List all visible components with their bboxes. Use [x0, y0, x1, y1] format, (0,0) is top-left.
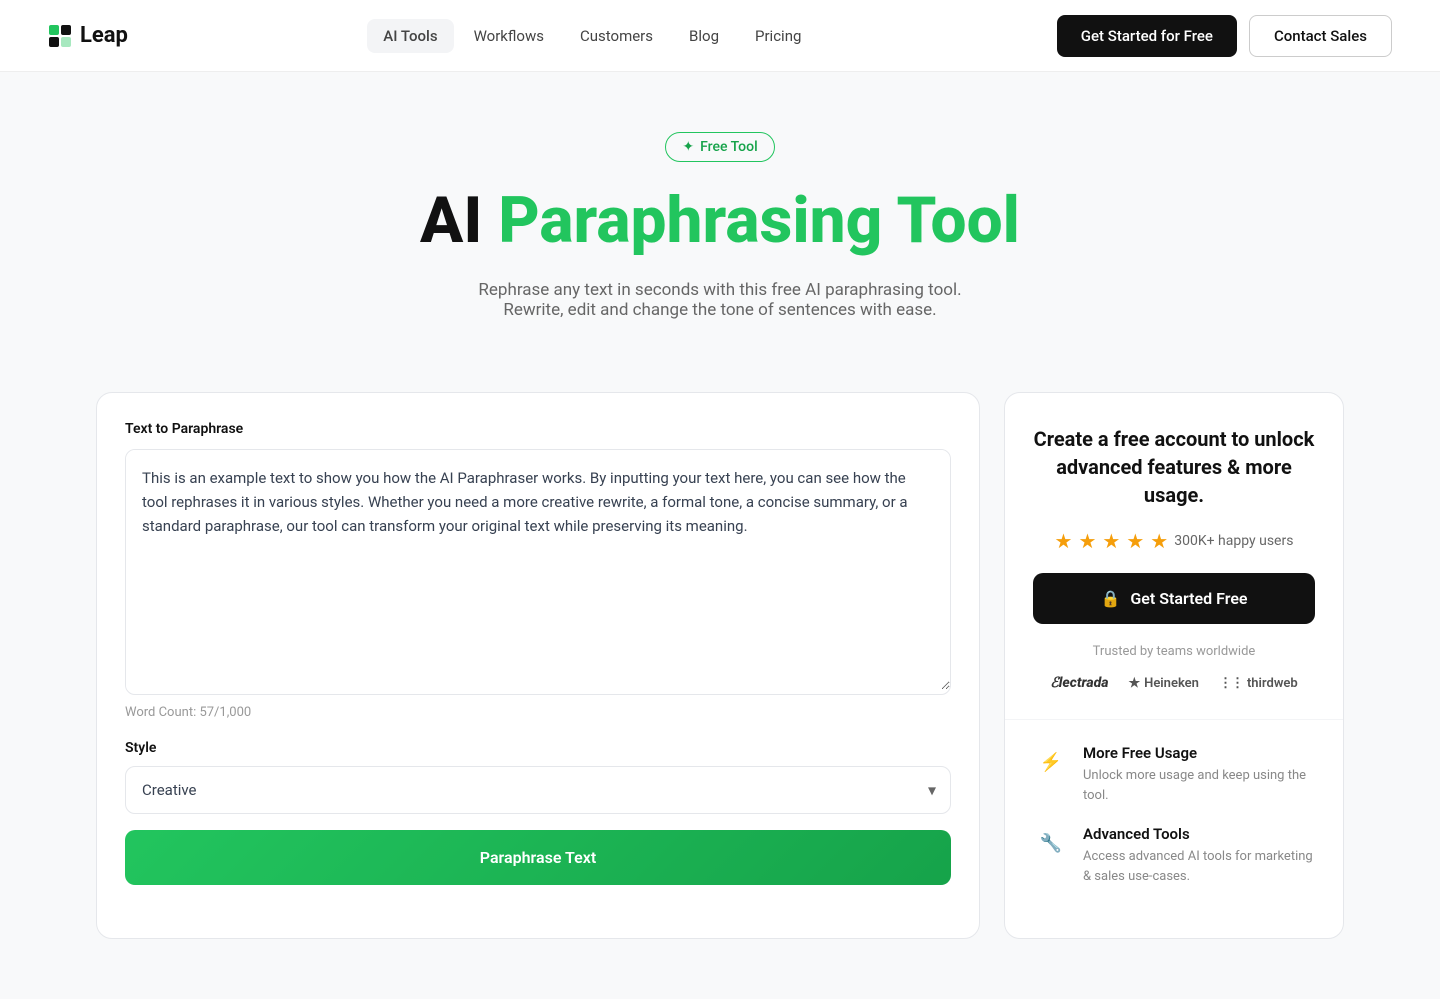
- feature-usage-desc: Unlock more usage and keep using the too…: [1083, 766, 1315, 805]
- left-panel: Text to Paraphrase Word Count: 57/1,000 …: [96, 392, 980, 939]
- nav-actions: Get Started for Free Contact Sales: [1057, 15, 1392, 57]
- brand-thirdweb: ⋮⋮ thirdweb: [1219, 676, 1298, 691]
- paraphrase-button[interactable]: Paraphrase Text: [125, 830, 951, 885]
- heineken-star-icon: ★: [1128, 676, 1140, 691]
- star-3: ★: [1102, 529, 1120, 553]
- thirdweb-text: thirdweb: [1247, 676, 1298, 691]
- trusted-label: Trusted by teams worldwide: [1033, 644, 1315, 659]
- feature-tools-desc: Access advanced AI tools for marketing &…: [1083, 847, 1315, 886]
- hero-title-black: AI: [420, 183, 482, 258]
- nav-ai-tools[interactable]: AI Tools: [367, 19, 453, 53]
- feature-usage-icon: ⚡: [1033, 744, 1069, 780]
- style-label: Style: [125, 740, 951, 756]
- hero-section: ✦ Free Tool AI Paraphrasing Tool Rephras…: [0, 72, 1440, 360]
- paraphrase-input[interactable]: [126, 450, 950, 690]
- electrada-icon: ℰlectrada: [1050, 675, 1108, 691]
- nav-workflows[interactable]: Workflows: [458, 19, 560, 53]
- hero-title-green: Paraphrasing Tool: [498, 183, 1020, 258]
- star-4: ★: [1126, 529, 1144, 553]
- textarea-wrapper: [125, 449, 951, 695]
- badge-icon: ✦: [682, 139, 694, 155]
- nav-pricing[interactable]: Pricing: [739, 19, 817, 53]
- badge-text: Free Tool: [700, 139, 758, 155]
- feature-advanced-tools: 🔧 Advanced Tools Access advanced AI tool…: [1033, 825, 1315, 886]
- feature-usage-content: More Free Usage Unlock more usage and ke…: [1083, 744, 1315, 805]
- right-panel: Create a free account to unlock advanced…: [1004, 392, 1344, 939]
- star-1: ★: [1055, 529, 1073, 553]
- get-started-label: Get Started Free: [1130, 589, 1247, 608]
- word-count: Word Count: 57/1,000: [125, 705, 951, 720]
- thirdweb-icon: ⋮⋮: [1219, 676, 1243, 691]
- nav-logo[interactable]: Leap: [48, 23, 128, 48]
- star-5: ★: [1150, 529, 1168, 553]
- style-select[interactable]: Creative Standard Formal Fluency Academi…: [126, 767, 950, 813]
- happy-users-count: 300K+ happy users: [1174, 533, 1293, 549]
- feature-tools-title: Advanced Tools: [1083, 825, 1315, 843]
- hero-subtitle-line1: Rephrase any text in seconds with this f…: [48, 280, 1392, 300]
- free-tool-badge: ✦ Free Tool: [665, 132, 774, 162]
- feature-tools-content: Advanced Tools Access advanced AI tools …: [1083, 825, 1315, 886]
- hero-title: AI Paraphrasing Tool: [48, 186, 1392, 256]
- nav-links: AI Tools Workflows Customers Blog Pricin…: [367, 19, 817, 53]
- hero-subtitle-line2: Rewrite, edit and change the tone of sen…: [48, 300, 1392, 320]
- main-content: Text to Paraphrase Word Count: 57/1,000 …: [48, 360, 1392, 999]
- brand-heineken: ★ Heineken: [1128, 676, 1198, 691]
- star-2: ★: [1078, 529, 1096, 553]
- logo-text: Leap: [80, 23, 128, 48]
- lock-icon: 🔒: [1100, 589, 1120, 608]
- get-started-button[interactable]: 🔒 Get Started Free: [1033, 573, 1315, 624]
- stars-row: ★ ★ ★ ★ ★ 300K+ happy users: [1033, 529, 1315, 553]
- divider: [1005, 719, 1343, 720]
- style-select-wrapper: Creative Standard Formal Fluency Academi…: [125, 766, 951, 814]
- cta-heading: Create a free account to unlock advanced…: [1033, 425, 1315, 509]
- feature-usage-title: More Free Usage: [1083, 744, 1315, 762]
- brand-electrada: ℰlectrada: [1050, 675, 1108, 691]
- logo-icon: [48, 24, 72, 48]
- feature-tools-icon: 🔧: [1033, 825, 1069, 861]
- brand-logos: ℰlectrada ★ Heineken ⋮⋮ thirdweb: [1033, 675, 1315, 691]
- navbar: Leap AI Tools Workflows Customers Blog P…: [0, 0, 1440, 72]
- heineken-text: Heineken: [1144, 676, 1199, 691]
- nav-get-started-button[interactable]: Get Started for Free: [1057, 15, 1237, 57]
- text-label: Text to Paraphrase: [125, 421, 951, 437]
- nav-customers[interactable]: Customers: [564, 19, 669, 53]
- feature-more-usage: ⚡ More Free Usage Unlock more usage and …: [1033, 744, 1315, 805]
- nav-contact-sales-button[interactable]: Contact Sales: [1249, 15, 1392, 57]
- nav-blog[interactable]: Blog: [673, 19, 735, 53]
